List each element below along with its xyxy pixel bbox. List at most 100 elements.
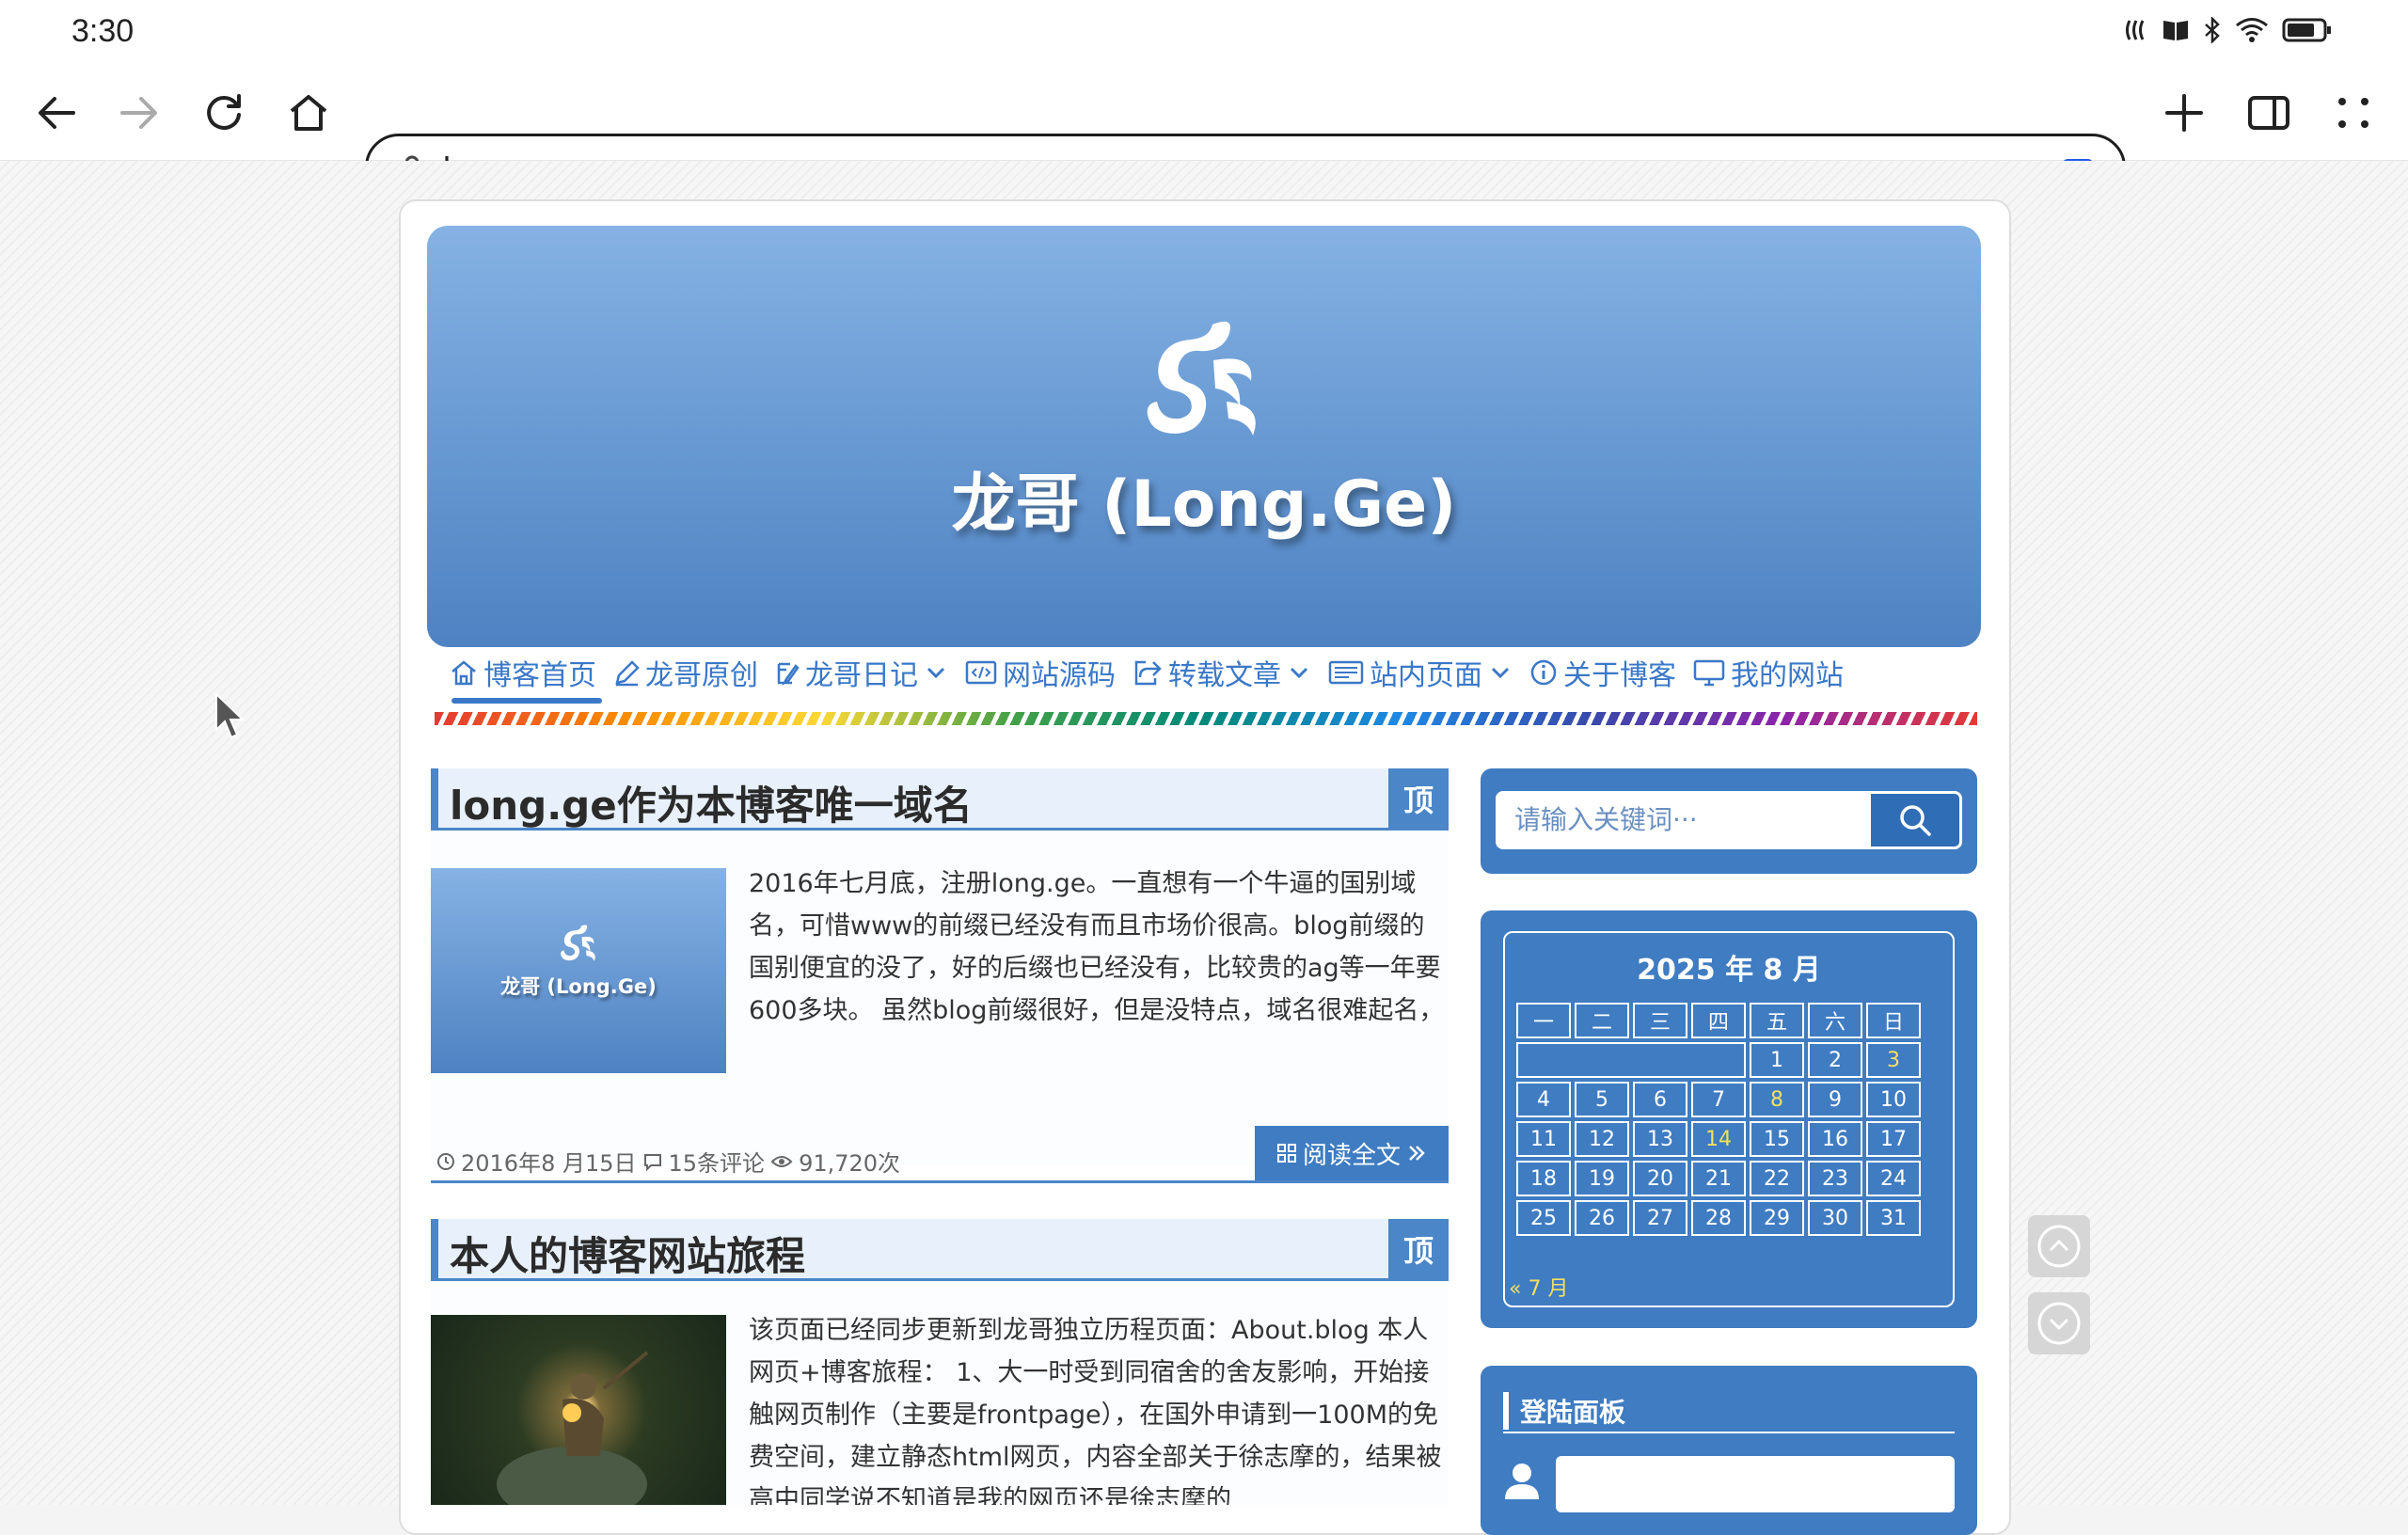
search-input[interactable]: 请输入关键词···	[1496, 791, 1872, 849]
nav-item-home[interactable]: 博客首页	[442, 649, 606, 704]
page-icon	[1328, 660, 1364, 685]
nav-item-my-sites[interactable]: 我的网站	[1686, 649, 1853, 696]
calendar-week-row: 1 2 3	[1516, 1042, 1921, 1078]
calendar-weekday-row: 一 二 三 四 五 六 日	[1516, 1003, 1921, 1038]
new-tab-button[interactable]	[2158, 87, 2210, 139]
plus-icon	[2165, 94, 2203, 132]
dragon-logo-icon	[1147, 321, 1256, 435]
reader-icon	[2163, 21, 2188, 40]
reload-icon	[207, 94, 241, 130]
nav-item-source-code[interactable]: 网站源码	[958, 649, 1125, 696]
thumbnail-title: 龙哥 (Long.Ge)	[500, 975, 657, 998]
calendar-day: 29	[1750, 1200, 1804, 1236]
username-input[interactable]	[1556, 1456, 1955, 1512]
grid-icon	[1276, 1144, 1296, 1163]
main-nav: 博客首页 龙哥原创 龙哥日记 网站源码 转载文章 站内页面 关于博客 我的网站	[442, 649, 1853, 705]
weekday-cell: 二	[1575, 1003, 1629, 1038]
user-icon	[1505, 1464, 1539, 1499]
calendar-day: 22	[1750, 1161, 1804, 1196]
calendar-day: 6	[1633, 1082, 1687, 1117]
chevron-down-icon	[1491, 667, 1510, 679]
calendar-day-linked[interactable]: 3	[1866, 1042, 1921, 1078]
nav-item-reposts[interactable]: 转载文章	[1125, 649, 1321, 696]
site-banner[interactable]: 龙哥 (Long.Ge)	[427, 226, 1981, 647]
calendar-prev-month-link[interactable]: « 7 月	[1509, 1272, 1568, 1302]
eye-icon	[770, 1155, 793, 1167]
calendar-day-linked[interactable]: 8	[1750, 1082, 1804, 1117]
post-header: 本人的博客网站旅程 顶	[431, 1219, 1449, 1281]
calendar-day: 28	[1691, 1200, 1746, 1236]
nav-item-label: 我的网站	[1731, 659, 1844, 692]
nav-item-original[interactable]: 龙哥原创	[606, 649, 768, 696]
calendar-day: 19	[1575, 1161, 1629, 1196]
calendar-day: 10	[1866, 1082, 1921, 1117]
post-date: 2016年8 月15日	[461, 1150, 637, 1177]
home-button[interactable]	[282, 87, 335, 139]
post-comments[interactable]: 15条评论	[669, 1145, 766, 1178]
home-icon	[452, 660, 476, 686]
scroll-to-bottom-button[interactable]	[2028, 1292, 2090, 1354]
battery-icon	[2282, 18, 2331, 42]
post-title[interactable]: long.ge作为本博客唯一域名	[450, 774, 973, 831]
nav-item-diary[interactable]: 龙哥日记	[768, 649, 958, 696]
split-view-icon	[2248, 96, 2289, 130]
reload-button[interactable]	[198, 87, 250, 139]
weekday-cell: 五	[1750, 1003, 1804, 1038]
calendar-title: 2025 年 8 月	[1637, 954, 1821, 987]
nav-item-about[interactable]: 关于博客	[1522, 649, 1686, 696]
chevron-down-icon	[927, 667, 945, 679]
calendar-day: 31	[1866, 1200, 1921, 1236]
calendar-day: 16	[1808, 1121, 1862, 1157]
calendar: 2025 年 8 月 一 二 三 四 五 六 日 1 2 3 4 5 6 7 8…	[1503, 931, 1955, 1307]
calendar-day: 9	[1808, 1082, 1862, 1117]
nav-item-label: 龙哥原创	[645, 659, 758, 692]
post-thumbnail[interactable]	[431, 1315, 726, 1505]
arrow-right-icon	[120, 97, 157, 129]
arrow-left-icon	[39, 97, 75, 129]
clock-icon	[437, 1152, 454, 1170]
login-title: 登陆面板	[1503, 1392, 1625, 1430]
calendar-day: 23	[1808, 1161, 1862, 1196]
chevron-up-circle-icon	[2037, 1225, 2081, 1268]
post-views: 91,720次	[799, 1150, 901, 1177]
calendar-week-row: 4 5 6 7 8 9 10	[1516, 1082, 1921, 1117]
read-more-button[interactable]: 阅读全文	[1255, 1126, 1449, 1180]
weekday-cell: 六	[1808, 1003, 1862, 1038]
calendar-day: 27	[1633, 1200, 1687, 1236]
calendar-day: 11	[1516, 1121, 1571, 1157]
menu-button[interactable]	[2327, 87, 2380, 139]
boy-with-lantern-image	[497, 1351, 649, 1505]
post-thumbnail[interactable]: 龙哥 (Long.Ge)	[431, 868, 726, 1073]
dragon-logo-icon	[561, 925, 595, 961]
calendar-day-today[interactable]: 14	[1691, 1121, 1746, 1157]
back-button[interactable]	[30, 87, 83, 139]
nav-item-label: 龙哥日记	[805, 659, 918, 692]
weekday-cell: 一	[1516, 1003, 1571, 1038]
post-divider	[431, 1180, 1449, 1183]
calendar-grid: 一 二 三 四 五 六 日 1 2 3 4 5 6 7 8 9 10 11 12…	[1513, 999, 1925, 1240]
mouse-cursor-icon	[215, 692, 246, 739]
login-title-underline	[1503, 1432, 1955, 1433]
search-button[interactable]	[1868, 791, 1962, 849]
edit-icon	[777, 662, 800, 686]
scroll-to-top-button[interactable]	[2028, 1215, 2090, 1277]
forward-button[interactable]	[113, 87, 166, 139]
calendar-day: 13	[1633, 1121, 1687, 1157]
bluetooth-icon	[2205, 17, 2220, 43]
calendar-day: 17	[1866, 1121, 1921, 1157]
calendar-day: 24	[1866, 1161, 1921, 1196]
weekday-cell: 三	[1633, 1003, 1687, 1038]
calendar-day: 25	[1516, 1200, 1571, 1236]
calendar-day: 21	[1691, 1161, 1746, 1196]
double-chevron-right-icon	[1409, 1146, 1425, 1161]
sidebar-toggle-button[interactable]	[2242, 87, 2295, 139]
calendar-day: 12	[1575, 1121, 1629, 1157]
site-title[interactable]: 龙哥 (Long.Ge)	[427, 451, 1981, 545]
calendar-week-row: 25 26 27 28 29 30 31	[1516, 1200, 1921, 1236]
post-title[interactable]: 本人的博客网站旅程	[450, 1225, 805, 1282]
nav-item-label: 关于博客	[1563, 659, 1676, 692]
status-bar: 3:30	[0, 0, 2408, 66]
status-icons	[2124, 17, 2333, 43]
comment-icon	[643, 1153, 661, 1171]
nav-item-pages[interactable]: 站内页面	[1321, 649, 1522, 696]
